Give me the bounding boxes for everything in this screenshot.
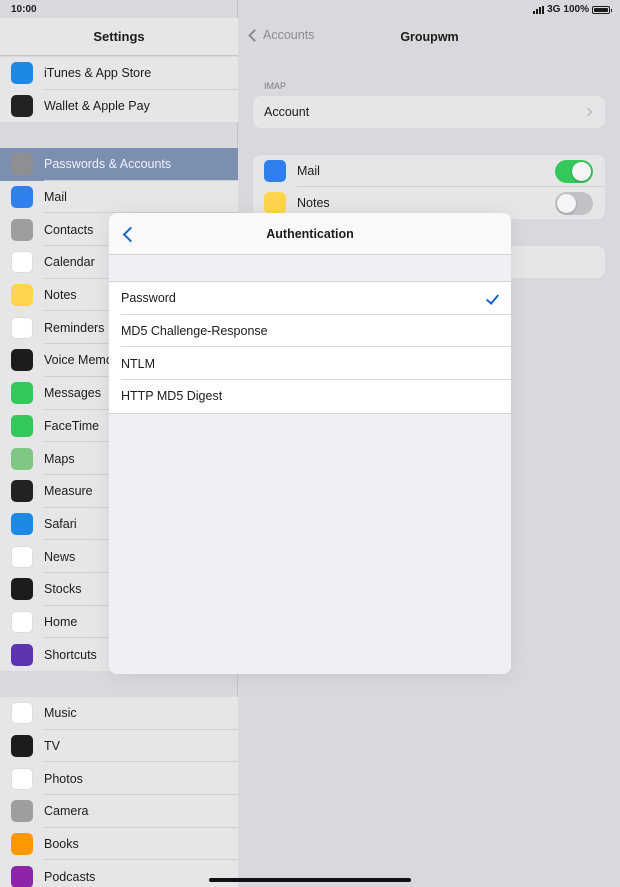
- shortcuts-icon: [11, 643, 33, 666]
- sidebar-item-label: Books: [44, 837, 79, 852]
- notes-toggle[interactable]: [555, 191, 593, 215]
- battery-icon: [592, 5, 612, 14]
- sidebar-group-media: Music TV Photos Camera Books Podcasts: [0, 697, 238, 887]
- auth-option-md5-challenge-response[interactable]: MD5 Challenge-Response: [109, 315, 511, 348]
- sidebar-group-apple: iTunes & App Store Wallet & Apple Pay: [0, 57, 238, 123]
- sidebar-item-photos[interactable]: Photos: [0, 762, 238, 796]
- status-bar: 10:00 3G 100%: [0, 0, 620, 18]
- sidebar-item-label: Calendar: [44, 255, 95, 270]
- camera-icon: [11, 800, 33, 823]
- sidebar-item-label: TV: [44, 739, 60, 754]
- sidebar-item-label: News: [44, 549, 76, 564]
- sidebar-item-label: iTunes & App Store: [44, 66, 152, 81]
- sidebar-item-label: Reminders: [44, 320, 105, 335]
- sync-card: Mail Notes: [253, 155, 605, 219]
- popover-title: Authentication: [266, 227, 354, 241]
- sidebar-header: Settings: [0, 18, 238, 56]
- network-type: 3G: [547, 4, 561, 15]
- messages-icon: [11, 382, 33, 405]
- home-icon: [11, 610, 33, 633]
- sidebar-item-label: Mail: [44, 190, 67, 205]
- sidebar-item-label: Camera: [44, 804, 89, 819]
- notes-icon: [11, 284, 33, 307]
- status-indicators: 3G 100%: [533, 4, 612, 15]
- books-icon: [11, 833, 33, 856]
- sidebar-item-label: Home: [44, 614, 78, 629]
- mail-sync-label: Mail: [297, 164, 320, 178]
- voice-memos-icon: [11, 349, 33, 372]
- auth-option-password[interactable]: Password: [109, 282, 511, 315]
- popover-header: Authentication: [109, 213, 511, 255]
- auth-option-label: MD5 Challenge-Response: [121, 324, 268, 339]
- facetime-icon: [11, 414, 33, 437]
- sidebar-item-passwords-accounts[interactable]: Passwords & Accounts: [0, 148, 238, 181]
- sidebar-item-label: Measure: [44, 484, 93, 499]
- detail-nav-bar: Accounts Groupwm: [239, 18, 620, 56]
- auth-option-ntlm[interactable]: NTLM: [109, 347, 511, 381]
- sidebar-item-label: Contacts: [44, 222, 94, 237]
- battery-percent: 100%: [563, 4, 589, 15]
- sidebar-item-label: Maps: [44, 451, 75, 466]
- notes-sync-label: Notes: [297, 196, 330, 210]
- reminders-icon: [11, 316, 33, 339]
- music-icon: [11, 702, 33, 725]
- sidebar-item-label: Messages: [44, 386, 101, 401]
- sidebar-item-camera[interactable]: Camera: [0, 795, 238, 828]
- podcasts-icon: [11, 865, 33, 887]
- mail-icon: [11, 186, 33, 209]
- sidebar-item-label: Notes: [44, 288, 77, 303]
- sidebar-item-podcasts[interactable]: Podcasts: [0, 860, 238, 887]
- sidebar-item-label: Safari: [44, 516, 77, 531]
- sidebar-item-label: Wallet & Apple Pay: [44, 99, 150, 114]
- sidebar-item-label: Stocks: [44, 582, 82, 597]
- sidebar-item-music[interactable]: Music: [0, 697, 238, 730]
- tv-icon: [11, 735, 33, 758]
- contacts-icon: [11, 218, 33, 241]
- account-card: Account: [253, 96, 605, 128]
- chevron-right-icon: [583, 107, 593, 117]
- app-store-icon: [11, 62, 33, 85]
- signal-icon: [533, 5, 545, 14]
- sidebar-item-wallet-apple-pay[interactable]: Wallet & Apple Pay: [0, 90, 238, 123]
- sidebar-item-label: Podcasts: [44, 869, 96, 884]
- sidebar-item-label: Music: [44, 706, 77, 721]
- sidebar-item-label: Voice Memos: [44, 353, 120, 368]
- account-label: Account: [264, 105, 310, 119]
- section-header-imap: IMAP: [264, 81, 287, 91]
- stocks-icon: [11, 578, 33, 601]
- mail-toggle[interactable]: [555, 159, 593, 183]
- status-time: 10:00: [11, 4, 37, 15]
- sidebar-item-tv[interactable]: TV: [0, 730, 238, 763]
- mail-sync-row: Mail: [253, 155, 605, 187]
- sidebar-item-label: FaceTime: [44, 418, 100, 433]
- photos-icon: [11, 767, 33, 790]
- sidebar-item-label: Photos: [44, 771, 83, 786]
- sidebar-item-mail[interactable]: Mail: [0, 181, 238, 214]
- auth-option-label: HTTP MD5 Digest: [121, 389, 223, 404]
- wallet-icon: [11, 95, 33, 118]
- detail-title: Groupwm: [400, 30, 459, 44]
- auth-option-http-md5-digest[interactable]: HTTP MD5 Digest: [109, 380, 511, 413]
- news-icon: [11, 545, 33, 568]
- auth-option-label: Password: [121, 291, 176, 306]
- safari-icon: [11, 512, 33, 535]
- mail-icon: [264, 160, 286, 182]
- sidebar-item-itunes-app-store[interactable]: iTunes & App Store: [0, 57, 238, 90]
- checkmark-icon: [485, 291, 500, 305]
- authentication-popover: Authentication Password MD5 Challenge-Res…: [109, 213, 511, 674]
- key-icon: [11, 153, 33, 176]
- sidebar-item-label: Shortcuts: [44, 647, 97, 662]
- authentication-options: Password MD5 Challenge-Response NTLM HTTP M…: [109, 281, 511, 414]
- calendar-icon: [11, 251, 33, 274]
- account-row[interactable]: Account: [253, 96, 605, 128]
- home-indicator[interactable]: [209, 878, 411, 882]
- sidebar-item-books[interactable]: Books: [0, 828, 238, 861]
- sidebar-item-label: Passwords & Accounts: [44, 157, 172, 172]
- sidebar-title: Settings: [93, 29, 145, 44]
- auth-option-label: NTLM: [121, 356, 156, 371]
- notes-icon: [264, 192, 286, 214]
- measure-icon: [11, 480, 33, 503]
- maps-icon: [11, 447, 33, 470]
